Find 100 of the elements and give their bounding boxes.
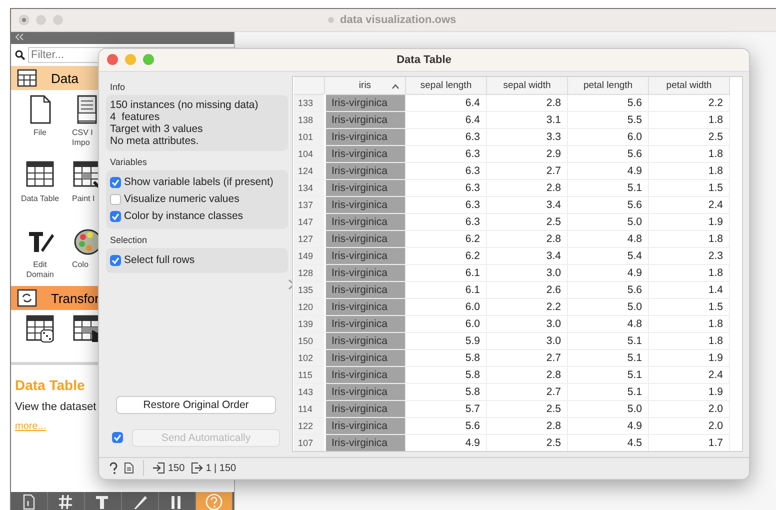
table-cell: 5.6	[568, 145, 648, 162]
transform-icon	[17, 289, 37, 307]
table-cell: Iris-virginica	[324, 264, 406, 281]
table-cell: 5.1	[568, 179, 648, 196]
checkbox[interactable]	[110, 176, 121, 188]
table-cell: 6.3	[406, 196, 486, 213]
section-heading: Selection	[110, 234, 148, 244]
table-cell: 1.9	[648, 383, 730, 400]
column-header[interactable]: petal width	[648, 76, 730, 94]
row-number: 102	[294, 349, 324, 366]
table-cell: 1.5	[648, 179, 730, 196]
table-cell: 5.8	[406, 349, 486, 366]
table-cell: Iris-virginica	[324, 179, 406, 196]
table-cell: 3.4	[486, 196, 568, 213]
info-text: Target with 3 values	[110, 122, 204, 134]
row-number: 134	[294, 179, 324, 196]
table-cell: 1.9	[648, 349, 730, 366]
row-number: 150	[294, 332, 324, 349]
row-number: 138	[294, 111, 324, 128]
table-cell: Iris-virginica	[324, 213, 406, 230]
table-cell: 1.7	[648, 434, 730, 450]
table-cell: 3.1	[486, 111, 568, 128]
input-icon	[153, 462, 165, 474]
option-label: Show variable labels (if present)	[124, 176, 274, 188]
table-cell: 2.5	[486, 213, 568, 230]
table-cell: 6.3	[406, 128, 486, 145]
section-heading: Info	[110, 82, 126, 92]
column-header[interactable]: sepal length	[406, 76, 486, 94]
table-cell: 2.5	[486, 434, 568, 450]
row-number: 124	[294, 162, 324, 179]
window-title: data visualization.ows	[340, 14, 456, 26]
row-number: 135	[294, 281, 324, 298]
table-cell: 4.8	[568, 315, 648, 332]
table-cell: 2.8	[486, 94, 568, 111]
column-header[interactable]: petal length	[568, 76, 648, 94]
checkbox[interactable]	[110, 210, 121, 222]
row-number: 107	[294, 434, 324, 450]
search-icon	[15, 50, 25, 60]
checkmark-icon	[113, 433, 122, 442]
table-cell: Iris-virginica	[324, 128, 406, 145]
checkbox[interactable]	[110, 194, 121, 204]
table-cell: 2.0	[648, 400, 730, 417]
table-cell: 1.8	[648, 264, 730, 281]
toolbar-button[interactable]	[196, 492, 233, 510]
table-cell: Iris-virginica	[324, 298, 406, 315]
table-cell: 5.0	[568, 298, 648, 315]
output-icon	[190, 462, 203, 474]
table-cell: Iris-virginica	[324, 281, 406, 298]
table-cell: 6.2	[406, 230, 486, 247]
column-header[interactable]: sepal width	[486, 76, 568, 94]
table-cell: Iris-virginica	[324, 400, 406, 417]
checkmark-icon	[111, 256, 120, 264]
table-cell: 6.4	[406, 94, 486, 111]
table-cell: Iris-virginica	[324, 230, 406, 247]
row-number: 104	[294, 145, 324, 162]
table-cell: 6.2	[406, 247, 486, 264]
table-cell: 2.8	[486, 417, 568, 434]
table-cell: Iris-virginica	[324, 417, 406, 434]
output-count: 1 | 150	[206, 462, 236, 474]
widget-label: Data Table	[20, 194, 60, 204]
checkbox[interactable]	[110, 254, 121, 266]
document-icon	[124, 462, 134, 474]
restore-order-button[interactable]: Restore Original Order	[116, 396, 276, 414]
table-cell: 2.0	[648, 417, 730, 434]
column-header[interactable]: iris	[324, 76, 406, 94]
table-cell: 6.3	[406, 179, 486, 196]
table-cell: Iris-virginica	[324, 332, 406, 349]
table-cell: 6.0	[406, 298, 486, 315]
table-cell: 1.8	[648, 111, 730, 128]
table-cell: 5.1	[568, 366, 648, 383]
window-control[interactable]	[107, 54, 118, 66]
widget-label: Colo	[72, 260, 88, 270]
row-number: 120	[294, 298, 324, 315]
table-cell: 3.3	[486, 128, 568, 145]
table-cell: 2.5	[648, 128, 730, 145]
info-text: 4 features	[110, 110, 161, 122]
chevron-right-icon	[288, 278, 295, 290]
table-cell: Iris-virginica	[324, 145, 406, 162]
table-cell: 4.9	[568, 417, 648, 434]
widget-label: Edit Domain	[26, 260, 54, 280]
table-cell: 1.4	[648, 281, 730, 298]
row-number: 128	[294, 264, 324, 281]
table-cell: 5.4	[568, 247, 648, 264]
table-cell: 5.0	[568, 213, 648, 230]
double-chevron-icon	[14, 33, 24, 41]
table-cell: 2.7	[486, 349, 568, 366]
table-cell: 6.4	[406, 111, 486, 128]
checkmark-icon	[111, 178, 120, 186]
info-text: 150 instances (no missing data)	[110, 98, 260, 110]
checkmark-icon	[111, 212, 120, 220]
table-cell: 6.0	[406, 315, 486, 332]
table-cell: Iris-virginica	[324, 162, 406, 179]
table-cell: 5.8	[406, 366, 486, 383]
table-cell: 6.1	[406, 264, 486, 281]
table-cell: 2.8	[486, 230, 568, 247]
window-title: Data Table	[396, 54, 452, 66]
table-cell: Iris-virginica	[324, 247, 406, 264]
row-number: 101	[294, 128, 324, 145]
hash-icon	[57, 493, 75, 510]
table-cell: 5.8	[406, 383, 486, 400]
